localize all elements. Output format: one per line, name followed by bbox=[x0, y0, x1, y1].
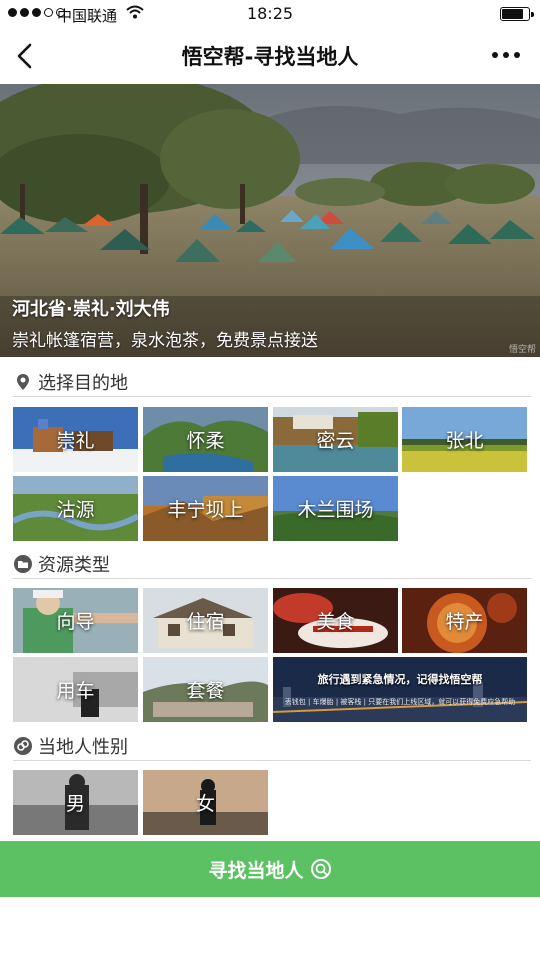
destination-section-title: 选择目的地 bbox=[38, 373, 128, 394]
resource-label: 住宿 bbox=[186, 611, 225, 633]
gender-label: 男 bbox=[65, 793, 85, 815]
destination-tile-mulan[interactable]: 木兰围场 bbox=[273, 476, 398, 541]
gender-tile-female[interactable]: 女 bbox=[143, 770, 268, 835]
gender-section-header: 当地人性别 bbox=[13, 731, 531, 761]
resource-section-header: 资源类型 bbox=[13, 549, 531, 579]
destination-label: 张北 bbox=[445, 430, 484, 452]
battery-icon bbox=[500, 7, 534, 21]
resource-tile-lodging[interactable]: 住宿 bbox=[143, 588, 268, 653]
status-time: 18:25 bbox=[246, 4, 294, 23]
emergency-help-banner[interactable]: 旅行遇到紧急情况，记得找悟空帮 丢钱包 | 车爆胎 | 被客栈 | 只要在我们上… bbox=[273, 657, 527, 722]
location-pin-icon bbox=[17, 374, 29, 390]
resource-tile-car[interactable]: 用车 bbox=[13, 657, 138, 722]
destination-label: 沽源 bbox=[56, 499, 95, 521]
resource-tile-food[interactable]: 美食 bbox=[273, 588, 398, 653]
gender-section-title: 当地人性别 bbox=[38, 737, 128, 758]
destination-tile-miyun[interactable]: 密云 bbox=[273, 407, 398, 472]
destination-label: 丰宁坝上 bbox=[167, 499, 244, 521]
gender-tile-male[interactable]: 男 bbox=[13, 770, 138, 835]
more-dots-icon[interactable] bbox=[492, 52, 520, 58]
hero-watermark: 悟空帮 bbox=[508, 345, 536, 355]
resource-label: 向导 bbox=[56, 611, 95, 633]
find-local-label: 寻找当地人 bbox=[208, 859, 304, 882]
destination-tile-chongli[interactable]: 崇礼 bbox=[13, 407, 138, 472]
search-icon bbox=[310, 859, 331, 879]
hero-description: 崇礼帐篷宿营，泉水泡茶，免费景点接送 bbox=[12, 331, 318, 351]
destination-section-header: 选择目的地 bbox=[13, 367, 531, 397]
resource-tile-package[interactable]: 套餐 bbox=[143, 657, 268, 722]
gender-icon bbox=[14, 737, 32, 755]
destination-tile-fengning[interactable]: 丰宁坝上 bbox=[143, 476, 268, 541]
emergency-banner-title: 旅行遇到紧急情况，记得找悟空帮 bbox=[317, 673, 483, 686]
destination-label: 崇礼 bbox=[56, 430, 95, 452]
resource-label: 用车 bbox=[56, 680, 95, 702]
gender-label: 女 bbox=[195, 793, 215, 815]
destination-label: 密云 bbox=[316, 430, 355, 452]
destination-tile-guyuan[interactable]: 沽源 bbox=[13, 476, 138, 541]
battery-fill bbox=[502, 9, 523, 19]
hero-banner[interactable]: 河北省·崇礼·刘大伟 崇礼帐篷宿营，泉水泡茶，免费景点接送 悟空帮 bbox=[0, 84, 540, 357]
folder-icon bbox=[14, 555, 32, 573]
resource-section-title: 资源类型 bbox=[38, 555, 110, 576]
resource-label: 特产 bbox=[445, 611, 484, 633]
find-local-button[interactable]: 寻找当地人 bbox=[0, 841, 540, 897]
hero-host-location: 河北省·崇礼·刘大伟 bbox=[12, 299, 170, 320]
page-title: 悟空帮-寻找当地人 bbox=[181, 45, 359, 69]
destination-label: 木兰围场 bbox=[297, 499, 374, 521]
navigation-bar: 悟空帮-寻找当地人 bbox=[0, 28, 540, 84]
resource-tile-specialty[interactable]: 特产 bbox=[402, 588, 527, 653]
resource-label: 美食 bbox=[316, 611, 355, 633]
status-bar: 中国联通 18:25 bbox=[0, 0, 540, 28]
destination-tile-zhangbei[interactable]: 张北 bbox=[402, 407, 527, 472]
city-night-photo bbox=[273, 657, 527, 722]
destination-tile-huairou[interactable]: 怀柔 bbox=[143, 407, 268, 472]
destination-label: 怀柔 bbox=[186, 430, 225, 452]
emergency-banner-subtitle: 丢钱包 | 车爆胎 | 被客栈 | 只要在我们上线区域，就可以获得免费应急帮助 bbox=[284, 698, 516, 706]
resource-label: 套餐 bbox=[186, 680, 225, 702]
resource-tile-guide[interactable]: 向导 bbox=[13, 588, 138, 653]
